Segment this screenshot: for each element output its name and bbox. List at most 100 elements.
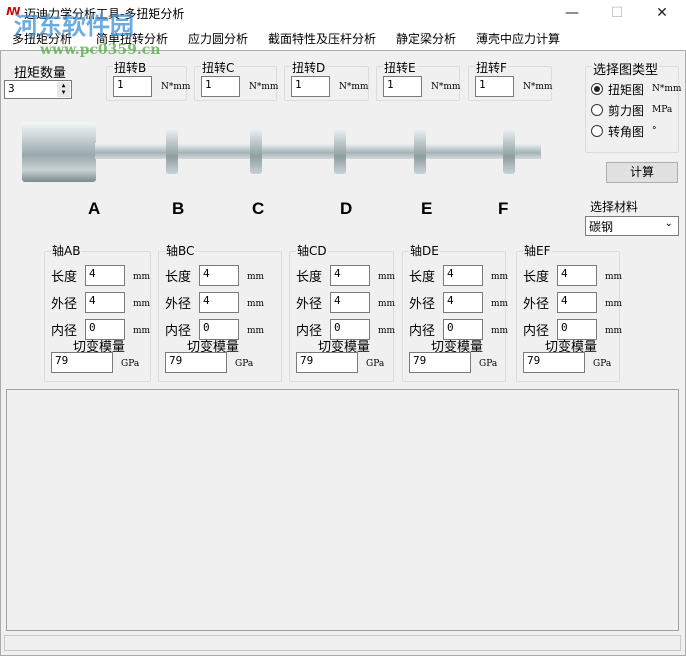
shaft-label: 轴AB bbox=[51, 242, 82, 259]
status-bar bbox=[4, 635, 681, 651]
length-input[interactable]: 4 bbox=[199, 265, 239, 286]
gpa-unit: GPa bbox=[121, 359, 140, 369]
menu-simple-torsion[interactable]: 简单扭转分析 bbox=[96, 30, 168, 47]
point-label: E bbox=[421, 199, 433, 218]
mm-unit: mm bbox=[247, 272, 265, 282]
torque-count-label: 扭矩数量 bbox=[14, 66, 67, 81]
shaft-group: 轴EF 长度 4 mm 外径 4 mm 内径 0 mm 切变模量 79 GPa bbox=[516, 242, 623, 382]
spinner-arrows-icon[interactable]: ▲ ▼ bbox=[57, 82, 70, 97]
outer-label: 外径 bbox=[523, 297, 550, 312]
mm-unit: mm bbox=[491, 299, 509, 309]
torque-input[interactable]: 1 bbox=[383, 76, 422, 97]
length-input[interactable]: 4 bbox=[557, 265, 597, 286]
shaft-label: 轴EF bbox=[523, 242, 552, 259]
length-input[interactable]: 4 bbox=[443, 265, 483, 286]
torque-input[interactable]: 1 bbox=[113, 76, 152, 97]
window-title: 迈迪力学分析工具-多扭矩分析 bbox=[24, 7, 185, 21]
torque-input[interactable]: 1 bbox=[291, 76, 330, 97]
menu-thin-shell[interactable]: 薄壳中应力计算 bbox=[476, 30, 560, 47]
menu-section-properties[interactable]: 截面特性及压杆分析 bbox=[268, 30, 376, 47]
shaft-label: 轴CD bbox=[296, 242, 328, 259]
torque-count-spinner[interactable]: 3 ▲ ▼ bbox=[4, 80, 72, 99]
shaft-group: 轴CD 长度 4 mm 外径 4 mm 内径 0 mm 切变模量 79 GPa bbox=[289, 242, 396, 382]
length-label: 长度 bbox=[523, 270, 550, 285]
length-label: 长度 bbox=[51, 270, 78, 285]
outer-input[interactable]: 4 bbox=[330, 292, 370, 313]
point-label: D bbox=[340, 199, 353, 218]
shaft-group: 轴AB 长度 4 mm 外径 4 mm 内径 0 mm 切变模量 79 GPa bbox=[44, 242, 151, 382]
point-label: B bbox=[172, 199, 185, 218]
outer-label: 外径 bbox=[296, 297, 323, 312]
chevron-down-icon: ⌄ bbox=[664, 218, 673, 229]
gpa-unit: GPa bbox=[366, 359, 385, 369]
torque-label: 扭转C bbox=[201, 59, 236, 76]
modulus-input[interactable]: 79 bbox=[296, 352, 358, 373]
length-input[interactable]: 4 bbox=[85, 265, 125, 286]
mm-unit: mm bbox=[247, 299, 265, 309]
close-button[interactable]: ✕ bbox=[642, 2, 682, 24]
gpa-unit: GPa bbox=[235, 359, 254, 369]
mm-unit: mm bbox=[378, 299, 396, 309]
mm-unit: mm bbox=[378, 326, 396, 336]
torque-group: 扭转F 1 N*mm bbox=[468, 59, 553, 101]
modulus-input[interactable]: 79 bbox=[523, 352, 585, 373]
menu-bar: 多扭矩分析 简单扭转分析 应力圆分析 截面特性及压杆分析 静定梁分析 薄壳中应力… bbox=[0, 26, 686, 50]
length-label: 长度 bbox=[165, 270, 192, 285]
point-label: A bbox=[88, 199, 101, 218]
length-input[interactable]: 4 bbox=[330, 265, 370, 286]
menu-static-beam[interactable]: 静定梁分析 bbox=[396, 30, 456, 47]
menu-multi-torque[interactable]: 多扭矩分析 bbox=[12, 30, 72, 47]
torque-input[interactable]: 1 bbox=[475, 76, 514, 97]
mm-unit: mm bbox=[605, 299, 623, 309]
calculate-button[interactable]: 计算 bbox=[606, 162, 678, 183]
chart-type-radio[interactable]: 剪力图 MPa bbox=[591, 102, 679, 118]
radio-label: 转角图 bbox=[608, 125, 645, 139]
collar-f bbox=[503, 130, 515, 174]
mm-unit: mm bbox=[133, 299, 151, 309]
torque-group: 扭转C 1 N*mm bbox=[194, 59, 278, 101]
menu-stress-circle[interactable]: 应力圆分析 bbox=[188, 30, 248, 47]
shaft-base-cylinder bbox=[22, 122, 96, 182]
radio-icon bbox=[591, 104, 603, 116]
minimize-button[interactable]: — bbox=[552, 2, 592, 24]
maximize-button[interactable]: ☐ bbox=[597, 2, 637, 24]
torque-group: 扭转E 1 N*mm bbox=[376, 59, 460, 101]
mm-unit: mm bbox=[605, 326, 623, 336]
mm-unit: mm bbox=[133, 272, 151, 282]
shaft-group: 轴BC 长度 4 mm 外径 4 mm 内径 0 mm 切变模量 79 GPa bbox=[158, 242, 282, 382]
title-bar: ꟿ 迈迪力学分析工具-多扭矩分析 — ☐ ✕ bbox=[0, 0, 686, 26]
radio-icon bbox=[591, 125, 603, 137]
shaft-label: 轴BC bbox=[165, 242, 196, 259]
outer-input[interactable]: 4 bbox=[557, 292, 597, 313]
chart-type-label: 选择图类型 bbox=[592, 59, 660, 78]
torque-unit: N*mm bbox=[161, 82, 191, 92]
outer-input[interactable]: 4 bbox=[199, 292, 239, 313]
material-label: 选择材料 bbox=[590, 200, 639, 214]
torque-input[interactable]: 1 bbox=[201, 76, 240, 97]
modulus-input[interactable]: 79 bbox=[165, 352, 227, 373]
torque-label: 扭转D bbox=[291, 59, 327, 76]
outer-label: 外径 bbox=[51, 297, 78, 312]
shaft-group: 轴DE 长度 4 mm 外径 4 mm 内径 0 mm 切变模量 79 GPa bbox=[402, 242, 509, 382]
outer-input[interactable]: 4 bbox=[85, 292, 125, 313]
mm-unit: mm bbox=[491, 272, 509, 282]
point-label: C bbox=[252, 199, 265, 218]
torque-unit: N*mm bbox=[523, 82, 553, 92]
modulus-input[interactable]: 79 bbox=[51, 352, 113, 373]
torque-group: 扭转B 1 N*mm bbox=[106, 59, 191, 101]
chart-type-radio[interactable]: 扭矩图 N*mm bbox=[591, 81, 681, 97]
mm-unit: mm bbox=[133, 326, 151, 336]
modulus-input[interactable]: 79 bbox=[409, 352, 471, 373]
torque-label: 扭转F bbox=[475, 59, 508, 76]
collar-c bbox=[250, 130, 262, 174]
collar-e bbox=[414, 130, 426, 174]
outer-input[interactable]: 4 bbox=[443, 292, 483, 313]
gpa-unit: GPa bbox=[593, 359, 612, 369]
material-select[interactable]: 碳钢 ⌄ bbox=[585, 216, 679, 236]
chart-type-radio[interactable]: 转角图 ° bbox=[591, 123, 679, 139]
torque-unit: N*mm bbox=[339, 82, 369, 92]
radio-icon bbox=[591, 83, 603, 95]
torque-group: 扭转D 1 N*mm bbox=[284, 59, 369, 101]
mm-unit: mm bbox=[605, 272, 623, 282]
length-label: 长度 bbox=[296, 270, 323, 285]
